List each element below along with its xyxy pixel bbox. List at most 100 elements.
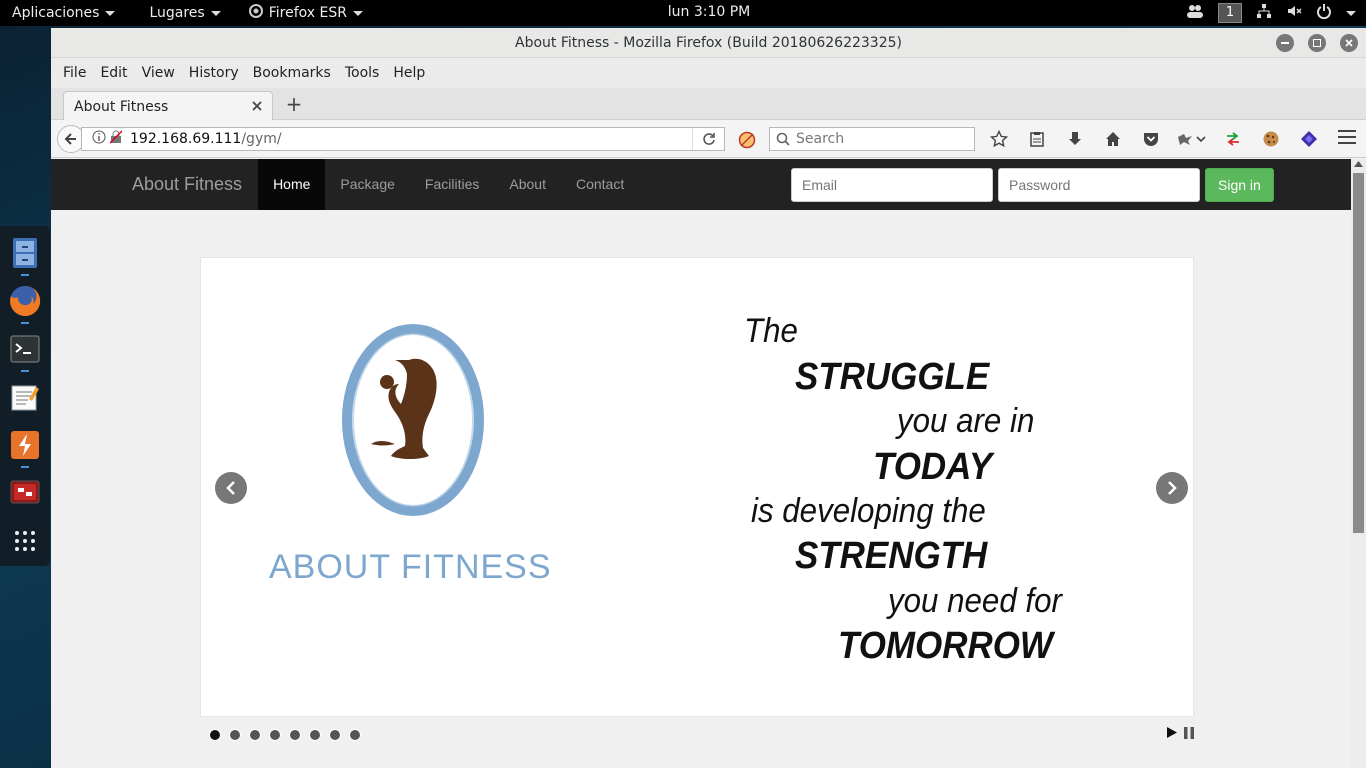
caret-down-icon xyxy=(210,10,221,16)
carousel-indicator-dot[interactable] xyxy=(329,729,341,741)
nav-facilities[interactable]: Facilities xyxy=(410,159,494,210)
network-icon[interactable] xyxy=(1256,3,1272,23)
downloads-icon[interactable] xyxy=(1063,127,1087,151)
active-app-menu[interactable]: Firefox ESR xyxy=(237,0,375,26)
menu-history[interactable]: History xyxy=(183,62,245,84)
search-icon xyxy=(776,132,790,146)
signin-form: Sign in xyxy=(791,168,1274,202)
nav-package[interactable]: Package xyxy=(325,159,409,210)
running-indicator xyxy=(21,274,29,276)
bookmark-star-icon[interactable] xyxy=(987,127,1011,151)
reload-button[interactable] xyxy=(692,127,724,150)
site-brand-link[interactable]: About Fitness xyxy=(132,174,242,195)
chevron-left-icon xyxy=(226,481,235,495)
quote-line-8: TOMORROW xyxy=(838,625,1053,667)
search-placeholder: Search xyxy=(796,131,845,147)
nav-home[interactable]: Home xyxy=(258,159,326,210)
caret-down-icon[interactable] xyxy=(1346,10,1356,16)
applications-label: Aplicaciones xyxy=(12,5,100,21)
running-indicator xyxy=(21,322,29,324)
quote-line-3: you are in xyxy=(897,402,1035,440)
power-icon[interactable] xyxy=(1316,3,1332,23)
window-title: About Fitness - Mozilla Firefox (Build 2… xyxy=(515,34,902,51)
search-box[interactable]: Search xyxy=(769,127,975,151)
carousel-controls xyxy=(1166,726,1194,743)
nav-contact[interactable]: Contact xyxy=(561,159,639,210)
menu-tools[interactable]: Tools xyxy=(339,62,386,84)
page-scrollbar[interactable] xyxy=(1351,159,1366,768)
dock-terminal-app[interactable] xyxy=(6,330,44,372)
dock-metasploit-app[interactable] xyxy=(6,474,44,512)
site-info-icon[interactable] xyxy=(92,130,106,148)
purple-diamond-icon[interactable] xyxy=(1297,127,1321,151)
extension-dropdown-icon[interactable] xyxy=(1177,127,1207,151)
signin-button[interactable]: Sign in xyxy=(1205,168,1274,202)
workspace-indicator[interactable]: 1 xyxy=(1218,3,1242,23)
users-icon[interactable] xyxy=(1186,4,1204,22)
quote-line-5: is developing the xyxy=(751,492,986,530)
dock-text-editor-app[interactable] xyxy=(6,378,44,416)
system-tray: 1 xyxy=(1186,0,1356,26)
dock-burp-app[interactable] xyxy=(6,426,44,468)
reload-icon xyxy=(702,132,715,145)
scrollbar-thumb[interactable] xyxy=(1353,173,1364,533)
quote-line-2: STRUGGLE xyxy=(795,356,990,398)
caret-down-icon xyxy=(352,10,363,16)
menu-edit[interactable]: Edit xyxy=(94,62,133,84)
app-grid-icon xyxy=(15,531,35,551)
close-tab-icon[interactable] xyxy=(252,99,262,115)
running-indicator xyxy=(21,370,29,372)
about-fitness-logo xyxy=(342,324,484,516)
carousel-next-button[interactable] xyxy=(1156,472,1188,504)
carousel-indicator-dot[interactable] xyxy=(229,729,241,741)
carousel-indicator-dot[interactable] xyxy=(209,729,221,741)
menu-file[interactable]: File xyxy=(57,62,92,84)
minimize-button[interactable] xyxy=(1276,34,1294,52)
red-monitor-icon xyxy=(10,480,40,504)
carousel-indicator-dot[interactable] xyxy=(309,729,321,741)
window-controls xyxy=(1276,34,1358,52)
quote-line-7: you need for xyxy=(888,582,1062,620)
gnome-top-bar: Aplicaciones Lugares Firefox ESR lun 3:1… xyxy=(0,0,1366,26)
play-icon[interactable] xyxy=(1166,726,1178,743)
carousel-slide: ABOUT FITNESS The STRUGGLE you are in TO… xyxy=(200,257,1194,717)
menu-help[interactable]: Help xyxy=(387,62,431,84)
back-arrow-icon xyxy=(64,132,76,145)
places-menu[interactable]: Lugares xyxy=(137,0,232,26)
close-window-button[interactable] xyxy=(1340,34,1358,52)
adblock-icon[interactable] xyxy=(738,131,756,153)
password-field[interactable] xyxy=(998,168,1200,202)
new-tab-button[interactable]: + xyxy=(283,92,305,116)
insecure-lock-icon[interactable] xyxy=(109,129,123,148)
quote-line-1: The xyxy=(744,312,798,350)
file-cabinet-icon xyxy=(13,238,37,268)
carousel-prev-button[interactable] xyxy=(215,472,247,504)
chevron-right-icon xyxy=(1168,481,1177,495)
window-titlebar[interactable]: About Fitness - Mozilla Firefox (Build 2… xyxy=(51,28,1366,58)
bookmarks-library-icon[interactable] xyxy=(1025,127,1049,151)
url-path: /gym/ xyxy=(241,130,282,147)
dock-files-app[interactable] xyxy=(6,234,44,276)
url-host: 192.168.69.111 xyxy=(130,130,242,147)
dock-firefox-app[interactable] xyxy=(6,282,44,324)
nav-about[interactable]: About xyxy=(494,159,561,210)
email-field[interactable] xyxy=(791,168,993,202)
url-bar[interactable]: 192.168.69.111/gym/ xyxy=(81,126,725,151)
carousel-indicator-dot[interactable] xyxy=(249,729,261,741)
carousel-indicator-dot[interactable] xyxy=(269,729,281,741)
carousel-indicator-dot[interactable] xyxy=(349,729,361,741)
pause-icon[interactable] xyxy=(1184,726,1194,743)
volume-muted-icon[interactable] xyxy=(1286,3,1302,23)
menu-view[interactable]: View xyxy=(136,62,181,84)
open-menu-icon[interactable] xyxy=(1338,130,1356,148)
applications-menu[interactable]: Aplicaciones xyxy=(0,0,127,26)
switcher-arrows-icon[interactable] xyxy=(1221,127,1245,151)
home-icon[interactable] xyxy=(1101,127,1125,151)
carousel-indicator-dot[interactable] xyxy=(289,729,301,741)
maximize-button[interactable] xyxy=(1308,34,1326,52)
pocket-icon[interactable] xyxy=(1139,127,1163,151)
cookie-icon[interactable] xyxy=(1259,127,1283,151)
tab-about-fitness[interactable]: About Fitness xyxy=(63,91,273,121)
menu-bookmarks[interactable]: Bookmarks xyxy=(247,62,337,84)
show-applications-button[interactable] xyxy=(6,522,44,560)
